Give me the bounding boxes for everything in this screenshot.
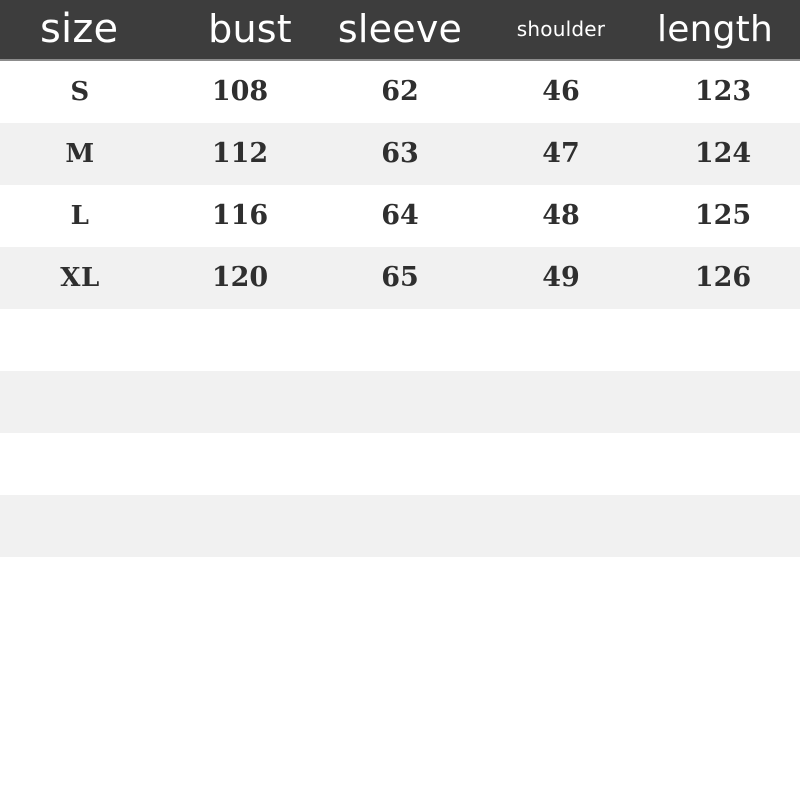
cell-length: 126 [694, 262, 752, 293]
cell-shoulder: 46 [542, 76, 580, 107]
table-footer-space [0, 557, 800, 800]
table-row: S 108 62 46 123 [0, 61, 800, 123]
size-chart-table: size bust sleeve shoulder length S 108 62 4… [0, 0, 800, 800]
cell-size: XL [60, 263, 100, 293]
cell-sleeve: 65 [381, 262, 419, 293]
cell-shoulder: 49 [542, 262, 580, 293]
table-row: L 116 64 48 125 [0, 185, 800, 247]
table-row-empty [0, 433, 800, 495]
cell-length: 123 [694, 76, 752, 107]
cell-length: 125 [694, 200, 752, 231]
cell-size: L [70, 201, 90, 231]
column-header-sleeve: sleeve [337, 7, 463, 51]
cell-shoulder: 47 [542, 138, 580, 169]
cell-size: S [70, 77, 90, 107]
column-header-bust: bust [208, 7, 292, 51]
column-header-size: size [40, 6, 119, 52]
column-header-shoulder: shoulder [516, 17, 606, 41]
table-row: XL 120 65 49 126 [0, 247, 800, 309]
cell-sleeve: 64 [381, 200, 419, 231]
cell-bust: 116 [211, 200, 269, 231]
cell-bust: 112 [211, 138, 269, 169]
table-row-empty [0, 495, 800, 557]
cell-size: M [65, 139, 95, 169]
cell-bust: 108 [211, 76, 269, 107]
table-row-empty [0, 309, 800, 371]
cell-bust: 120 [211, 262, 269, 293]
cell-shoulder: 48 [542, 200, 580, 231]
column-header-length: length [657, 9, 773, 50]
table-header-row: size bust sleeve shoulder length [0, 0, 800, 61]
table-row: M 112 63 47 124 [0, 123, 800, 185]
cell-sleeve: 62 [381, 76, 419, 107]
table-body: S 108 62 46 123 M 112 63 47 124 L 116 64 48 125 XL 120 65… [0, 61, 800, 557]
cell-sleeve: 63 [381, 138, 419, 169]
table-row-empty [0, 371, 800, 433]
cell-length: 124 [694, 138, 752, 169]
